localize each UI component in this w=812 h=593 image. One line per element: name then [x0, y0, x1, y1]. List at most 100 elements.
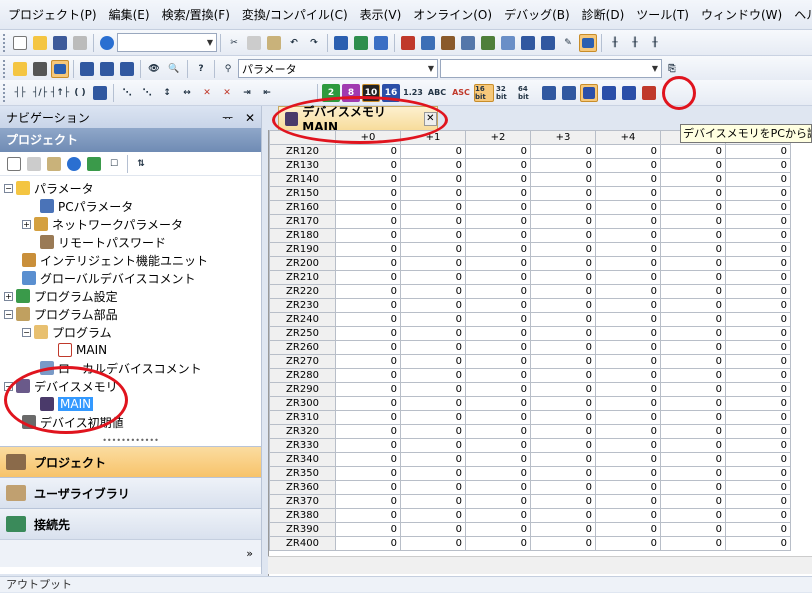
device-value-cell[interactable]: 0: [530, 144, 596, 159]
device-value-cell[interactable]: 0: [530, 186, 596, 201]
output-bar[interactable]: アウトプット: [0, 576, 812, 592]
device-value-cell[interactable]: 0: [335, 228, 401, 243]
device-value-cell[interactable]: 0: [335, 466, 401, 481]
verify-icon[interactable]: [439, 34, 457, 52]
write-to-pc-icon[interactable]: [399, 34, 417, 52]
device-test-icon[interactable]: [539, 34, 557, 52]
device-value-cell[interactable]: 0: [530, 256, 596, 271]
device-value-cell[interactable]: 0: [400, 200, 466, 215]
device-value-cell[interactable]: 0: [530, 438, 596, 453]
device-value-cell[interactable]: 0: [530, 480, 596, 495]
device-value-cell[interactable]: 0: [660, 186, 726, 201]
device-value-cell[interactable]: 0: [595, 410, 661, 425]
undo-icon[interactable]: ↶: [285, 34, 303, 52]
device-value-cell[interactable]: 0: [595, 214, 661, 229]
device-value-cell[interactable]: 0: [335, 186, 401, 201]
device-value-cell[interactable]: 0: [530, 508, 596, 523]
device-value-cell[interactable]: 0: [530, 242, 596, 257]
device-value-cell[interactable]: 0: [595, 228, 661, 243]
device-value-cell[interactable]: 0: [530, 522, 596, 537]
device-value-cell[interactable]: 0: [595, 368, 661, 383]
device-value-cell[interactable]: 0: [660, 284, 726, 299]
device-value-cell[interactable]: 0: [595, 424, 661, 439]
device-value-cell[interactable]: 0: [530, 228, 596, 243]
device-value-cell[interactable]: 0: [400, 522, 466, 537]
insert-col-icon[interactable]: ↔: [178, 84, 196, 102]
device-value-cell[interactable]: 0: [400, 424, 466, 439]
device-value-cell[interactable]: 0: [465, 144, 531, 159]
device-value-cell[interactable]: 0: [465, 480, 531, 495]
device-value-cell[interactable]: 0: [595, 480, 661, 495]
device-value-cell[interactable]: 0: [400, 494, 466, 509]
device-value-cell[interactable]: 0: [660, 508, 726, 523]
device-value-cell[interactable]: 0: [725, 354, 791, 369]
copy-icon[interactable]: [245, 34, 263, 52]
device-value-cell[interactable]: 0: [335, 158, 401, 173]
device-value-cell[interactable]: 0: [725, 424, 791, 439]
toolbar-grip[interactable]: [3, 59, 7, 78]
device-value-cell[interactable]: 0: [465, 242, 531, 257]
convert-icon[interactable]: [332, 34, 350, 52]
device-value-cell[interactable]: 0: [530, 382, 596, 397]
device-value-cell[interactable]: 0: [595, 144, 661, 159]
format-hex-icon[interactable]: 16: [382, 83, 400, 102]
ladder-delete-icon[interactable]: ╫: [646, 34, 664, 52]
device-value-cell[interactable]: 0: [465, 508, 531, 523]
device-value-cell[interactable]: 0: [530, 326, 596, 341]
help-icon[interactable]: [98, 34, 116, 52]
device-value-cell[interactable]: 0: [335, 382, 401, 397]
new-data-icon[interactable]: [5, 155, 23, 173]
device-value-cell[interactable]: 0: [400, 228, 466, 243]
device-value-cell[interactable]: 0: [725, 396, 791, 411]
device-value-cell[interactable]: 0: [465, 494, 531, 509]
paste-icon[interactable]: [265, 34, 283, 52]
format-ascii-icon[interactable]: ASC: [450, 84, 472, 102]
format-string-icon[interactable]: ABC: [426, 84, 448, 102]
device-value-cell[interactable]: 0: [725, 326, 791, 341]
device-value-cell[interactable]: 0: [335, 480, 401, 495]
device-value-cell[interactable]: 0: [725, 522, 791, 537]
menu-item-2[interactable]: 検索/置換(F): [156, 0, 236, 30]
device-value-cell[interactable]: 0: [400, 368, 466, 383]
device-value-cell[interactable]: 0: [660, 396, 726, 411]
read-device-memory-icon[interactable]: [580, 83, 598, 102]
device-value-cell[interactable]: 0: [465, 410, 531, 425]
device-value-cell[interactable]: 0: [725, 340, 791, 355]
device-value-cell[interactable]: 0: [725, 508, 791, 523]
device-value-cell[interactable]: 0: [465, 284, 531, 299]
project-view-icon[interactable]: [11, 60, 29, 78]
menu-item-10[interactable]: ヘルプ(H): [788, 0, 812, 30]
format-32bit-icon[interactable]: 32 bit: [496, 84, 516, 102]
device-value-cell[interactable]: 0: [595, 536, 661, 551]
device-value-cell[interactable]: 0: [400, 242, 466, 257]
device-value-cell[interactable]: 0: [595, 508, 661, 523]
device-value-cell[interactable]: 0: [335, 172, 401, 187]
device-memory-clear-icon[interactable]: [640, 84, 658, 102]
device-value-cell[interactable]: 0: [530, 494, 596, 509]
menu-item-5[interactable]: オンライン(O): [407, 0, 498, 30]
device-value-cell[interactable]: 0: [725, 480, 791, 495]
pin-icon[interactable]: ᅲ: [222, 111, 233, 125]
device-value-cell[interactable]: 0: [400, 438, 466, 453]
device-value-cell[interactable]: 0: [595, 396, 661, 411]
search-device-icon[interactable]: 🔍: [165, 60, 183, 78]
jump-icon[interactable]: ⇥: [238, 84, 256, 102]
device-value-cell[interactable]: 0: [595, 186, 661, 201]
tree-item-global-device-comment[interactable]: グローバルデバイスコメント: [22, 269, 196, 287]
device-value-cell[interactable]: 0: [335, 368, 401, 383]
device-value-cell[interactable]: 0: [660, 242, 726, 257]
device-value-cell[interactable]: 0: [465, 158, 531, 173]
document-tab[interactable]: デバイスメモリMAIN ✕: [278, 105, 438, 134]
device-value-cell[interactable]: 0: [400, 284, 466, 299]
monitor-stop-icon[interactable]: [479, 34, 497, 52]
device-value-cell[interactable]: 0: [660, 494, 726, 509]
device-value-cell[interactable]: 0: [725, 284, 791, 299]
tree-item-device-memory[interactable]: − デバイスメモリ: [4, 377, 118, 395]
device-value-cell[interactable]: 0: [725, 214, 791, 229]
tree-item-parameter[interactable]: − パラメータ: [4, 179, 94, 197]
device-value-cell[interactable]: 0: [660, 158, 726, 173]
device-value-cell[interactable]: 0: [335, 452, 401, 467]
device-value-cell[interactable]: 0: [335, 410, 401, 425]
device-value-cell[interactable]: 0: [530, 340, 596, 355]
device-value-cell[interactable]: 0: [595, 256, 661, 271]
